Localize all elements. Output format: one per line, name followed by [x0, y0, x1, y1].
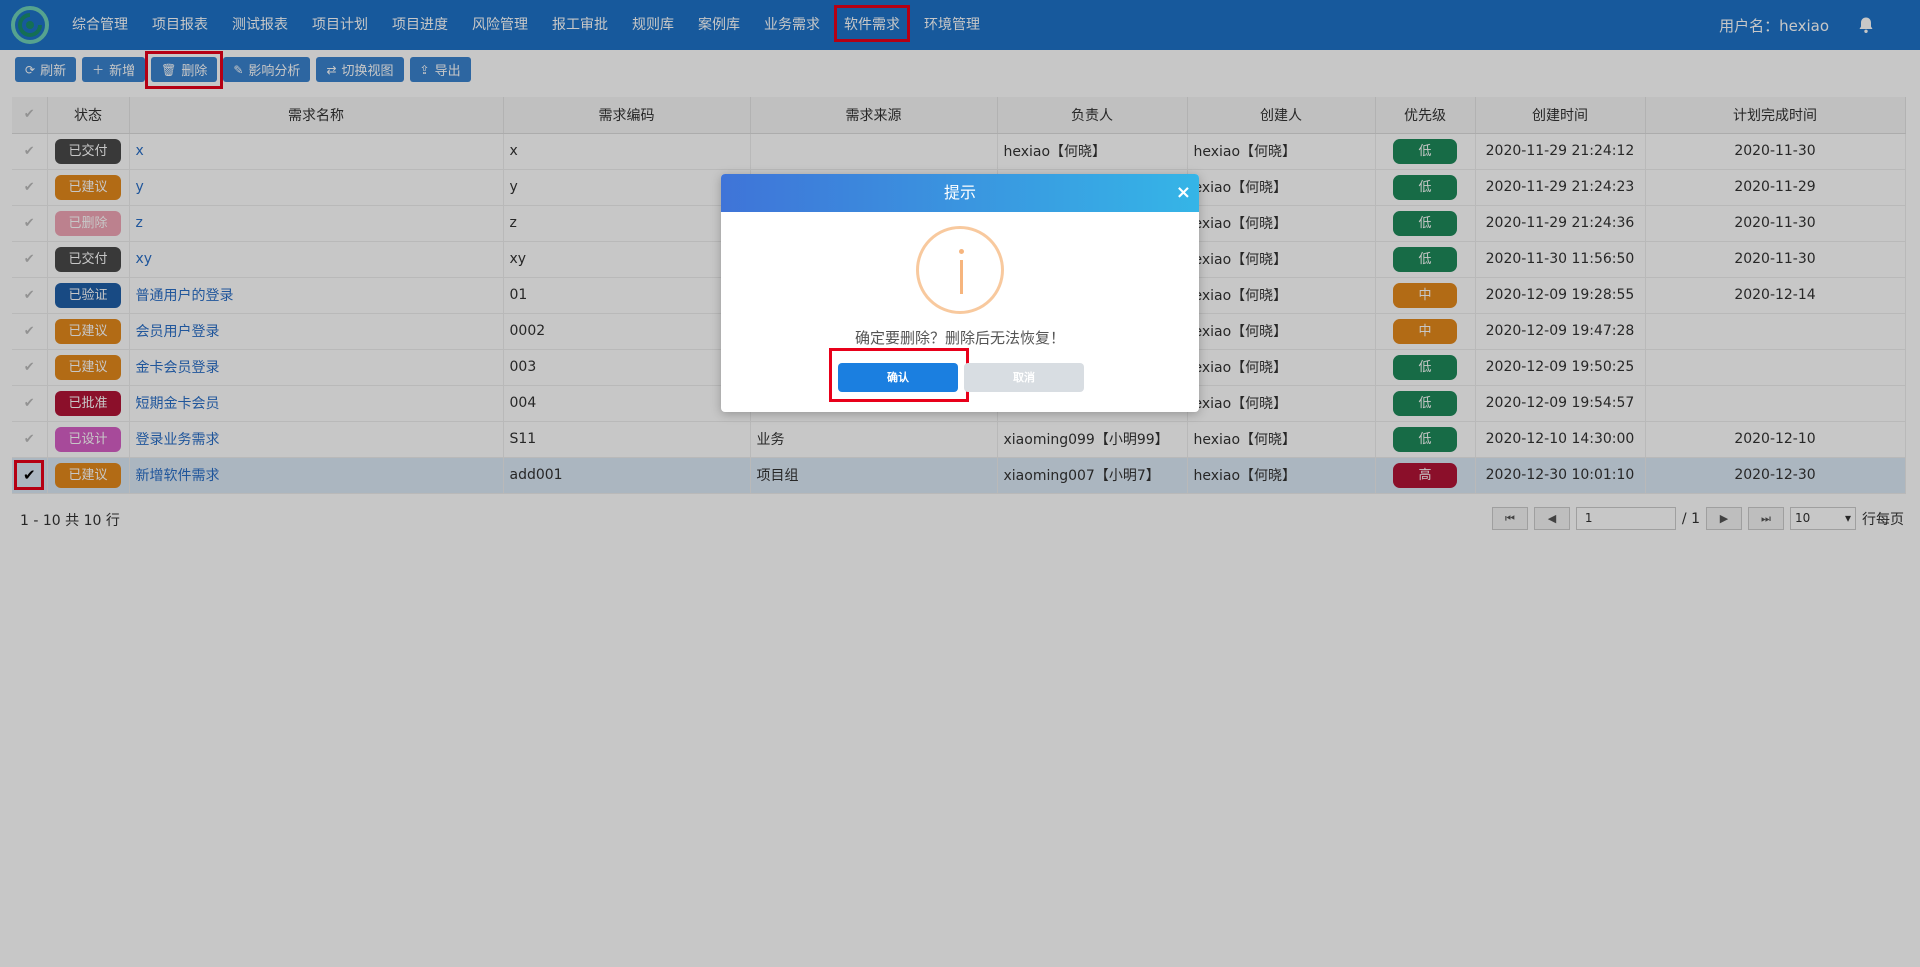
confirm-button[interactable]: 确认: [838, 363, 958, 392]
dialog-title: 提示: [943, 183, 976, 202]
confirm-dialog: 提示 × 确定要删除？删除后无法恢复！ 确认 取消: [721, 174, 1199, 412]
modal-overlay[interactable]: [0, 0, 1920, 967]
dialog-header: 提示 ×: [721, 174, 1199, 212]
cancel-button[interactable]: 取消: [964, 363, 1084, 392]
dialog-message: 确定要删除？删除后无法恢复！: [854, 329, 1065, 347]
close-icon[interactable]: ×: [1176, 174, 1191, 212]
info-icon: [916, 226, 1004, 314]
